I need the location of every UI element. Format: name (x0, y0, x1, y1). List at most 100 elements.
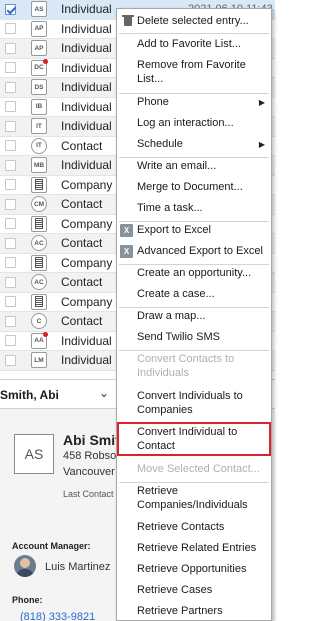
phone-label: Phone: (12, 595, 43, 605)
menu-item-label: Retrieve Related Entries (137, 542, 257, 554)
address-line-1: 458 Robso (63, 450, 117, 462)
menu-item-create-an-opportunity[interactable]: Create an opportunity... (117, 266, 271, 280)
row-checkbox[interactable] (5, 296, 16, 308)
menu-separator (119, 93, 269, 94)
menu-item-label: Retrieve Partners (137, 605, 223, 617)
row-type: Contact (61, 314, 103, 329)
account-manager-name: Luis Martinez (45, 561, 111, 573)
row-checkbox[interactable] (5, 159, 16, 171)
menu-item-label: Retrieve Opportunities (137, 563, 247, 575)
row-type: Company (61, 177, 113, 192)
row-checkbox[interactable] (5, 335, 16, 347)
menu-item-label: Export to Excel (137, 224, 211, 236)
individual-icon: AS (31, 1, 47, 18)
menu-item-add-to-favorite-list[interactable]: Add to Favorite List... (117, 37, 271, 51)
flag-dot-icon (43, 58, 48, 64)
menu-item-label: Phone (137, 96, 169, 108)
company-icon (31, 215, 47, 232)
row-checkbox[interactable] (5, 3, 16, 15)
menu-item-time-a-task[interactable]: Time a task... (117, 201, 271, 215)
row-type: Individual (61, 80, 112, 95)
trash-icon (122, 15, 134, 26)
company-icon (31, 293, 47, 310)
row-checkbox[interactable] (5, 218, 16, 230)
row-checkbox[interactable] (5, 198, 16, 210)
menu-item-create-a-case[interactable]: Create a case... (117, 287, 271, 301)
menu-item-log-an-interaction[interactable]: Log an interaction... (117, 116, 271, 130)
menu-item-retrieve-contacts[interactable]: Retrieve Contacts (117, 520, 271, 534)
row-type: Individual (61, 60, 112, 75)
row-checkbox[interactable] (5, 101, 16, 113)
menu-item-retrieve-cases[interactable]: Retrieve Cases (117, 583, 271, 597)
individual-icon: AP (31, 20, 47, 37)
excel-advanced-icon: X (120, 245, 133, 258)
row-type: Individual (61, 333, 112, 348)
menu-item-phone[interactable]: Phone ▶ (117, 95, 271, 109)
row-checkbox[interactable] (5, 237, 16, 249)
company-icon (31, 254, 47, 271)
context-menu: Delete selected entry... Add to Favorite … (116, 8, 272, 621)
contact-icon: IT (31, 137, 47, 154)
menu-item-retrieve-opportunities[interactable]: Retrieve Opportunities (117, 562, 271, 576)
menu-separator (119, 350, 269, 351)
contact-icon: AC (31, 274, 47, 291)
menu-item-schedule[interactable]: Schedule ▶ (117, 137, 271, 151)
address-line-2: Vancouver (63, 466, 115, 478)
row-checkbox[interactable] (5, 315, 16, 327)
row-checkbox[interactable] (5, 120, 16, 132)
row-checkbox[interactable] (5, 257, 16, 269)
contact-icon: C (31, 313, 47, 330)
row-checkbox[interactable] (5, 140, 16, 152)
menu-item-retrieve-partners[interactable]: Retrieve Partners (117, 604, 271, 618)
row-checkbox[interactable] (5, 81, 16, 93)
menu-item-draw-a-map[interactable]: Draw a map... (117, 309, 271, 323)
individual-icon: AA (31, 331, 48, 349)
individual-icon: IT (31, 118, 47, 135)
menu-item-convert-individuals-to-companies[interactable]: Convert Individuals to Companies (117, 389, 271, 417)
menu-item-label: Time a task... (137, 202, 203, 214)
menu-item-remove-from-favorite-list[interactable]: Remove from Favorite List... (117, 58, 271, 86)
row-type: Individual (61, 353, 112, 368)
menu-item-delete-selected-entry[interactable]: Delete selected entry... (117, 14, 271, 28)
contact-icon: CM (31, 196, 47, 213)
row-type: Individual (61, 119, 112, 134)
row-type: Individual (61, 2, 112, 17)
row-checkbox[interactable] (5, 42, 16, 54)
menu-item-retrieve-companies-individuals[interactable]: Retrieve Companies/Individuals (117, 484, 271, 512)
menu-item-label: Merge to Document... (137, 181, 243, 193)
menu-item-export-to-excel[interactable]: Export to Excel X (117, 223, 271, 237)
menu-item-merge-to-document[interactable]: Merge to Document... (117, 180, 271, 194)
menu-item-label: Log an interaction... (137, 117, 234, 129)
row-checkbox[interactable] (5, 354, 16, 366)
row-type: Individual (61, 99, 112, 114)
individual-icon: IB (31, 98, 47, 115)
menu-item-label: Delete selected entry... (137, 15, 249, 27)
row-type: Contact (61, 275, 103, 290)
submenu-arrow-icon: ▶ (258, 140, 265, 149)
menu-item-convert-contacts-to-individuals: Convert Contacts to Individuals (117, 352, 271, 380)
menu-separator (119, 157, 269, 158)
avatar: AS (14, 434, 54, 474)
phone-link[interactable]: (818) 333-9821 (20, 611, 95, 621)
menu-item-write-an-email[interactable]: Write an email... (117, 159, 271, 173)
row-type: Company (61, 216, 113, 231)
submenu-arrow-icon: ▶ (258, 98, 265, 107)
menu-item-advanced-export-to-excel[interactable]: Advanced Export to Excel X (117, 244, 271, 258)
menu-item-retrieve-related-entries[interactable]: Retrieve Related Entries (117, 541, 271, 555)
row-checkbox[interactable] (5, 179, 16, 191)
chevron-down-icon[interactable]: ⌄ (99, 386, 109, 400)
menu-item-send-twilio-sms[interactable]: Send Twilio SMS (117, 330, 271, 344)
row-type: Company (61, 255, 113, 270)
menu-item-label: Draw a map... (137, 310, 206, 322)
row-checkbox[interactable] (5, 276, 16, 288)
menu-item-label: Create an opportunity... (137, 267, 252, 279)
menu-item-label: Advanced Export to Excel (137, 245, 263, 257)
menu-item-label: Retrieve Cases (137, 584, 213, 596)
record-dropdown-value: Smith, Abi (0, 388, 59, 402)
row-checkbox[interactable] (5, 62, 16, 74)
contact-icon: AC (31, 235, 47, 252)
row-checkbox[interactable] (5, 23, 16, 35)
account-manager-photo (14, 555, 36, 577)
menu-separator (119, 307, 269, 308)
menu-separator (119, 221, 269, 222)
